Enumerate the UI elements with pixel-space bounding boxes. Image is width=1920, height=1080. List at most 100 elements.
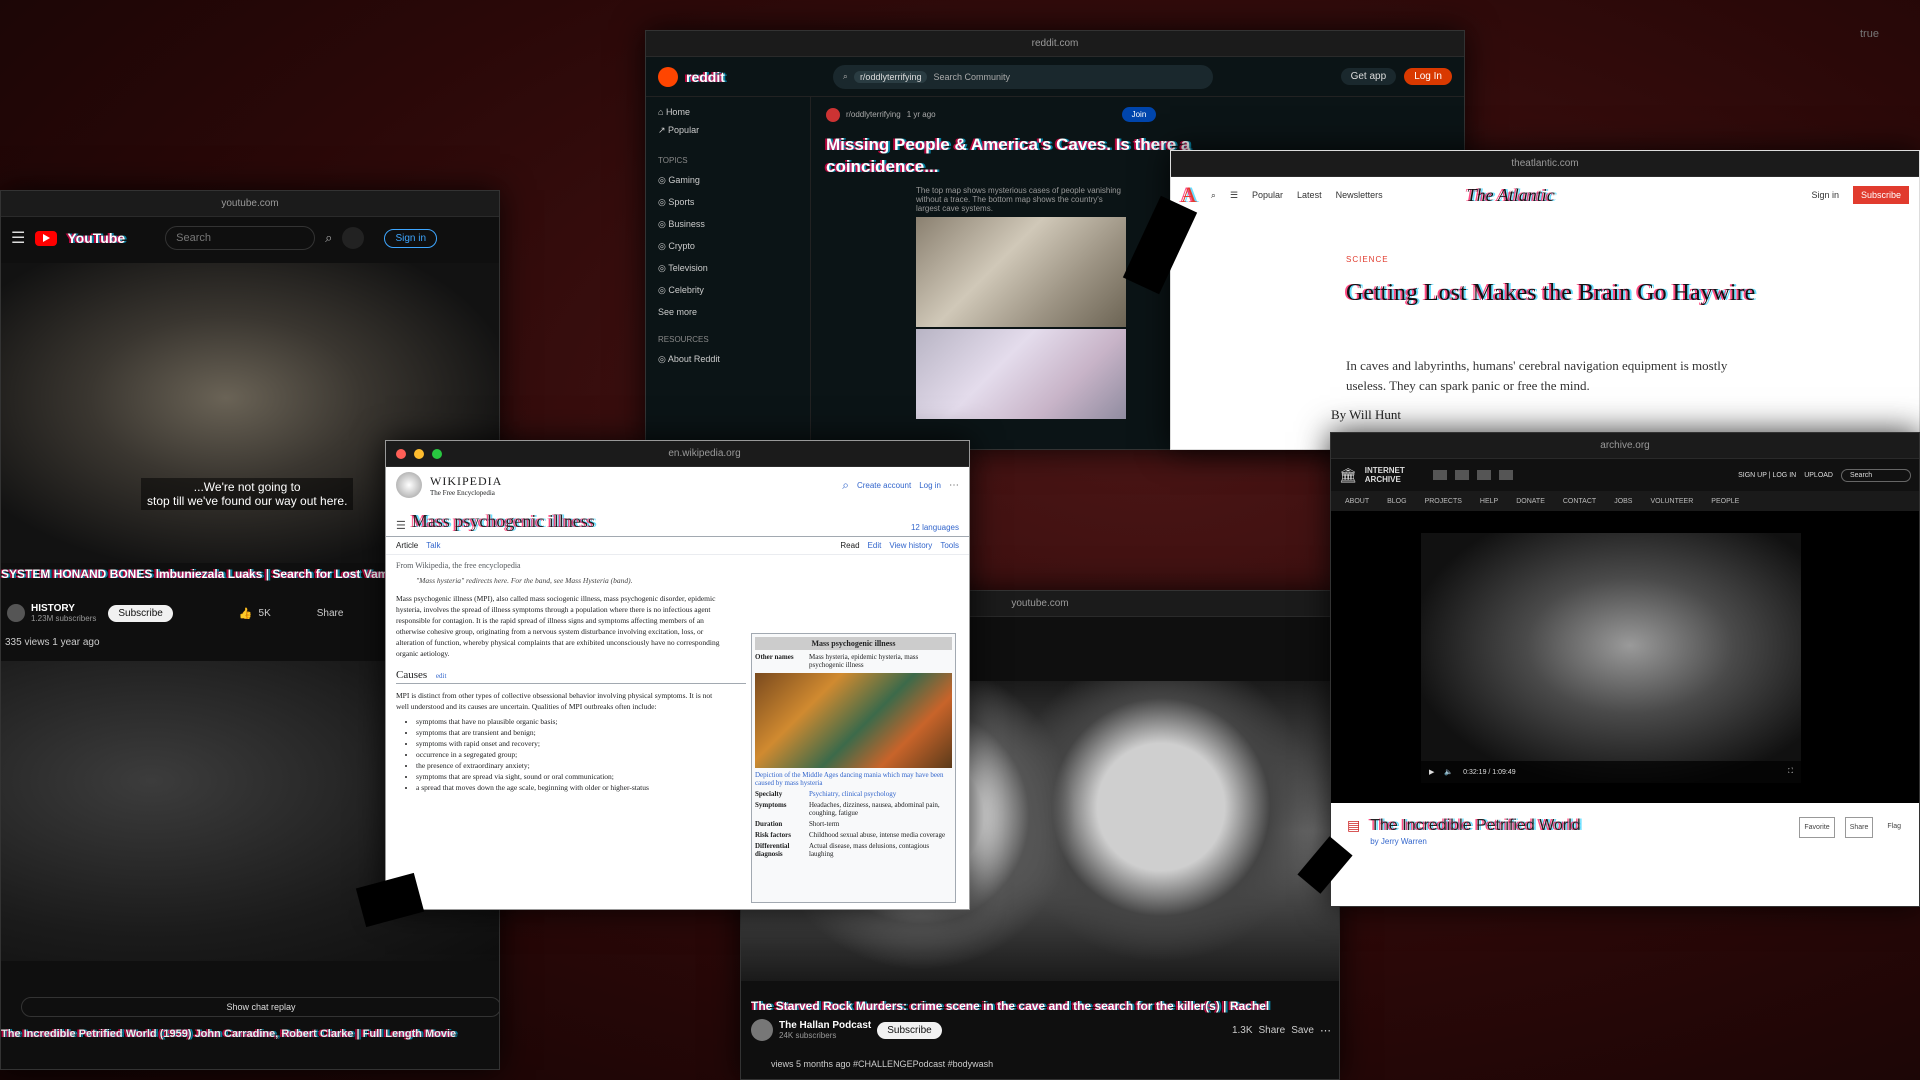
nav-latest[interactable]: Latest xyxy=(1297,190,1322,200)
infobox-image[interactable] xyxy=(755,673,952,768)
menu-icon[interactable]: ☰ xyxy=(1230,190,1238,201)
toc-icon[interactable]: ☰ xyxy=(396,519,406,532)
topic-item-celebrity[interactable]: ◎ Celebrity xyxy=(658,285,798,296)
minimize-window-icon[interactable] xyxy=(414,448,424,459)
share-button[interactable]: Share xyxy=(317,608,344,619)
reddit-logo-icon[interactable] xyxy=(658,66,678,87)
more-icon[interactable]: ⋯ xyxy=(1320,1024,1331,1037)
address-bar[interactable]: archive.org xyxy=(1341,440,1909,451)
address-bar[interactable]: en.wikipedia.org xyxy=(450,448,959,459)
archive-logo[interactable]: INTERNET ARCHIVE xyxy=(1365,466,1425,484)
nav-donate[interactable]: DONATE xyxy=(1516,498,1545,505)
nav-projects[interactable]: PROJECTS xyxy=(1425,498,1462,505)
languages-button[interactable]: 12 languages xyxy=(911,523,959,532)
address-bar[interactable]: theatlantic.com xyxy=(1181,158,1909,169)
video-player[interactable]: ▶ 🔈 0:32:19 / 1:09:49 ⛶ xyxy=(1421,533,1801,783)
post-image-top-map[interactable] xyxy=(916,217,1126,327)
channel-avatar[interactable] xyxy=(751,1019,773,1041)
wikipedia-logo[interactable]: WIKIPEDIA xyxy=(430,474,502,489)
nav-popular[interactable]: Popular xyxy=(1252,190,1283,200)
nav-about[interactable]: ABOUT xyxy=(1345,498,1369,505)
topics-header[interactable]: TOPICS xyxy=(658,156,798,165)
wikipedia-globe-icon[interactable] xyxy=(396,472,422,498)
login-button[interactable]: Log In xyxy=(1404,68,1452,85)
nav-jobs[interactable]: JOBS xyxy=(1614,498,1632,505)
tab-article[interactable]: Article xyxy=(396,541,418,550)
close-window-icon[interactable] xyxy=(396,448,406,459)
action-read[interactable]: Read xyxy=(840,541,859,550)
post-title[interactable]: Missing People & America's Caves. Is the… xyxy=(826,134,1226,178)
signup-login-link[interactable]: SIGN UP | LOG IN xyxy=(1738,472,1796,479)
save-button[interactable]: Save xyxy=(1291,1025,1314,1036)
nav-newsletters[interactable]: Newsletters xyxy=(1336,190,1383,200)
upload-button[interactable]: UPLOAD xyxy=(1804,472,1833,479)
nav-contact[interactable]: CONTACT xyxy=(1563,498,1596,505)
search-icon[interactable]: ⌕ xyxy=(325,230,332,246)
post-image-bottom-map[interactable] xyxy=(916,329,1126,419)
share-button[interactable]: Share xyxy=(1259,1025,1286,1036)
nav-home[interactable]: ⌂ Home xyxy=(658,107,798,117)
address-bar[interactable]: reddit.com xyxy=(656,38,1454,49)
volume-icon[interactable]: 🔈 xyxy=(1444,768,1453,776)
web-icon[interactable] xyxy=(1432,470,1447,480)
more-icon[interactable]: ⋯ xyxy=(949,480,959,491)
nav-popular[interactable]: ↗ Popular xyxy=(658,125,798,136)
menu-icon[interactable]: ☰ xyxy=(11,228,25,248)
search-input[interactable]: ⌕ r/oddlyterrifying Search Community xyxy=(832,64,1213,89)
video-icon[interactable] xyxy=(1476,470,1491,480)
archive-logo-icon[interactable]: 🏛 xyxy=(1339,467,1357,484)
address-bar[interactable]: youtube.com xyxy=(11,198,489,209)
search-input[interactable]: Search xyxy=(165,226,316,250)
favorite-button[interactable]: Favorite xyxy=(1799,817,1835,838)
about-reddit-link[interactable]: ◎ About Reddit xyxy=(658,354,798,365)
sign-in-button[interactable]: Sign in xyxy=(384,228,438,248)
sign-in-link[interactable]: Sign in xyxy=(1811,190,1839,200)
share-button[interactable]: Share xyxy=(1844,817,1874,838)
subscribe-button[interactable]: Subscribe xyxy=(108,604,173,622)
item-author[interactable]: by Jerry Warren xyxy=(1370,837,1580,846)
search-input[interactable]: Search xyxy=(1841,468,1911,482)
action-tools[interactable]: Tools xyxy=(940,541,959,550)
channel-name[interactable]: The Hallan Podcast xyxy=(779,1020,871,1031)
channel-name[interactable]: HISTORY xyxy=(31,603,96,614)
resources-header[interactable]: RESOURCES xyxy=(658,335,798,344)
community-chip[interactable]: r/oddlyterrifying xyxy=(853,70,928,83)
post-subreddit[interactable]: r/oddlyterrifying xyxy=(846,110,901,119)
action-view-history[interactable]: View history xyxy=(889,541,932,550)
nav-volunteer[interactable]: VOLUNTEER xyxy=(1650,498,1693,505)
texts-icon[interactable] xyxy=(1454,470,1469,480)
nav-help[interactable]: HELP xyxy=(1480,498,1498,505)
nav-people[interactable]: PEOPLE xyxy=(1711,498,1739,505)
see-more-link[interactable]: See more xyxy=(658,307,798,317)
topic-item-television[interactable]: ◎ Television xyxy=(658,263,798,274)
topic-item-sports[interactable]: ◎ Sports xyxy=(658,197,798,208)
like-count[interactable]: 5K xyxy=(259,608,271,619)
get-app-button[interactable]: Get app xyxy=(1340,68,1397,85)
maximize-window-icon[interactable] xyxy=(432,448,442,459)
topic-item-crypto[interactable]: ◎ Crypto xyxy=(658,241,798,252)
like-icon[interactable]: 👍 xyxy=(239,607,253,620)
reddit-logo-text[interactable]: reddit xyxy=(686,69,725,85)
article-byline[interactable]: By Will Hunt xyxy=(1331,407,1401,423)
create-account-link[interactable]: Create account xyxy=(857,481,911,490)
fullscreen-icon[interactable]: ⛶ xyxy=(1788,768,1793,776)
action-edit[interactable]: Edit xyxy=(868,541,882,550)
nav-blog[interactable]: BLOG xyxy=(1387,498,1406,505)
search-icon[interactable]: ⌕ xyxy=(842,478,849,493)
atlantic-a-logo[interactable]: A xyxy=(1181,182,1197,208)
youtube-logo-icon[interactable] xyxy=(35,230,58,246)
subscribe-button[interactable]: Subscribe xyxy=(877,1021,942,1039)
tab-talk[interactable]: Talk xyxy=(426,541,440,550)
subreddit-avatar[interactable] xyxy=(826,107,840,122)
subscribe-button[interactable]: Subscribe xyxy=(1852,186,1909,204)
flag-button[interactable]: Flag xyxy=(1883,817,1905,836)
like-count[interactable]: 1.3K xyxy=(1232,1025,1253,1036)
topic-item-gaming[interactable]: ◎ Gaming xyxy=(658,175,798,186)
channel-avatar[interactable] xyxy=(7,604,25,622)
topic-item-business[interactable]: ◎ Business xyxy=(658,219,798,230)
section-edit-link[interactable]: edit xyxy=(436,672,447,680)
section-label[interactable]: SCIENCE xyxy=(1346,255,1389,264)
mic-icon[interactable] xyxy=(342,227,365,249)
recommended-title[interactable]: The Incredible Petrified World (1959) Jo… xyxy=(1,1028,499,1040)
atlantic-logo[interactable]: The Atlantic xyxy=(1467,185,1555,206)
